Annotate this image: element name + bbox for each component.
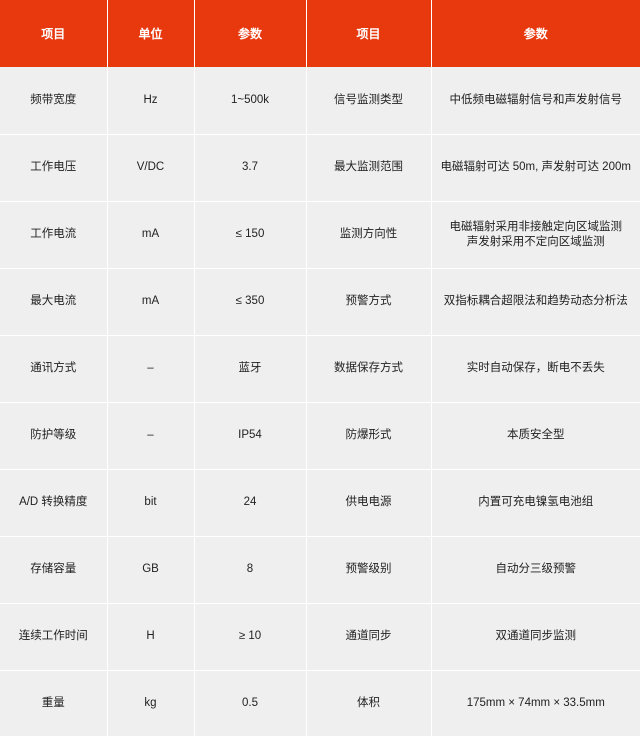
cell-unit: V/DC bbox=[107, 134, 195, 202]
cell-param-value-b: 175mm × 74mm × 33.5mm bbox=[431, 670, 640, 737]
header-item-a: 项目 bbox=[0, 0, 108, 67]
header-unit: 单位 bbox=[107, 0, 195, 67]
spec-table: 项目 单位 参数 项目 参数 频带宽度 Hz 1~500k 信号监测类型 中低频电磁辐射… bbox=[0, 0, 640, 737]
cell-item-name-b: 防爆形式 bbox=[306, 402, 432, 470]
cell-text-line: 中低频电磁辐射信号和声发射信号 bbox=[449, 93, 623, 106]
table-row: 重量 kg 0.5 体积 175mm × 74mm × 33.5mm bbox=[0, 670, 640, 737]
cell-text-line: 本质安全型 bbox=[507, 429, 565, 441]
header-param-b: 参数 bbox=[431, 0, 640, 67]
cell-item-name: 防护等级 bbox=[0, 402, 108, 470]
cell-item-name: 工作电流 bbox=[0, 201, 108, 269]
cell-item-name: 频带宽度 bbox=[0, 67, 108, 135]
cell-param-value: 24 bbox=[194, 469, 307, 537]
cell-item-name: 存储容量 bbox=[0, 536, 108, 604]
cell-item-name-b: 预警方式 bbox=[306, 268, 432, 336]
cell-param-value-b: 双指标耦合超限法和趋势动态分析法 bbox=[431, 268, 640, 336]
cell-unit: Hz bbox=[107, 67, 195, 135]
cell-param-value-b: 电磁辐射可达 50m, 声发射可达 200m bbox=[431, 134, 640, 202]
cell-param-value: 0.5 bbox=[194, 670, 307, 737]
table-row: 频带宽度 Hz 1~500k 信号监测类型 中低频电磁辐射信号和声发射信号 bbox=[0, 67, 640, 135]
cell-text-line: 实时自动保存，断电不丢失 bbox=[466, 362, 605, 374]
spec-body: 频带宽度 Hz 1~500k 信号监测类型 中低频电磁辐射信号和声发射信号工作电压 V/D… bbox=[0, 67, 640, 737]
header-param-a: 参数 bbox=[194, 0, 307, 67]
cell-param-value: ≥ 10 bbox=[194, 603, 307, 671]
cell-unit: bit bbox=[107, 469, 195, 537]
cell-param-value-b: 自动分三级预警 bbox=[431, 536, 640, 604]
cell-item-name: A/D 转换精度 bbox=[0, 469, 108, 537]
cell-text-line: 双指标耦合超限法和趋势动态分析法 bbox=[443, 295, 628, 307]
table-row: 防护等级 – IP54 防爆形式 本质安全型 bbox=[0, 402, 640, 470]
cell-param-value: 蓝牙 bbox=[194, 335, 307, 403]
cell-item-name-b: 通道同步 bbox=[306, 603, 432, 671]
cell-item-name-b: 最大监测范围 bbox=[306, 134, 432, 202]
cell-item-name: 重量 bbox=[0, 670, 108, 737]
cell-param-value-b: 电磁辐射采用非接触定向区域监测 声发射采用不定向区域监测 bbox=[431, 201, 640, 269]
cell-unit: GB bbox=[107, 536, 195, 604]
cell-text-line: 双通道同步监测 bbox=[495, 630, 577, 642]
cell-text-line: 内置可充电镍氢电池组 bbox=[478, 496, 594, 508]
cell-unit: kg bbox=[107, 670, 195, 737]
table-row: A/D 转换精度 bit 24 供电电源 内置可充电镍氢电池组 bbox=[0, 469, 640, 537]
cell-text-line: 175mm × 74mm × 33.5mm bbox=[466, 696, 605, 709]
table-row: 工作电流 mA ≤ 150 监测方向性 电磁辐射采用非接触定向区域监测 声发射采用不定向区… bbox=[0, 201, 640, 269]
cell-unit: H bbox=[107, 603, 195, 671]
cell-param-value: ≤ 150 bbox=[194, 201, 307, 269]
cell-unit: mA bbox=[107, 201, 195, 269]
cell-text-line: 电磁辐射采用非接触定向区域监测 bbox=[449, 220, 623, 233]
table-row: 通讯方式 – 蓝牙 数据保存方式 实时自动保存，断电不丢失 bbox=[0, 335, 640, 403]
cell-item-name-b: 数据保存方式 bbox=[306, 335, 432, 403]
cell-item-name: 通讯方式 bbox=[0, 335, 108, 403]
header-row: 项目 单位 参数 项目 参数 bbox=[0, 0, 640, 67]
cell-item-name-b: 供电电源 bbox=[306, 469, 432, 537]
cell-item-name-b: 体积 bbox=[306, 670, 432, 737]
cell-text-line: 自动分三级预警 bbox=[495, 563, 577, 575]
cell-param-value-b: 实时自动保存，断电不丢失 bbox=[431, 335, 640, 403]
cell-item-name-b: 监测方向性 bbox=[306, 201, 432, 269]
cell-item-name-b: 信号监测类型 bbox=[306, 67, 432, 135]
cell-unit: – bbox=[107, 402, 195, 470]
cell-param-value: 1~500k bbox=[194, 67, 307, 135]
cell-param-value-b: 双通道同步监测 bbox=[431, 603, 640, 671]
cell-param-value-b: 内置可充电镍氢电池组 bbox=[431, 469, 640, 537]
table-row: 最大电流 mA ≤ 350 预警方式 双指标耦合超限法和趋势动态分析法 bbox=[0, 268, 640, 336]
cell-param-value-b: 本质安全型 bbox=[431, 402, 640, 470]
table-row: 连续工作时间 H ≥ 10 通道同步 双通道同步监测 bbox=[0, 603, 640, 671]
cell-param-value-b: 中低频电磁辐射信号和声发射信号 bbox=[431, 67, 640, 135]
table-row: 工作电压 V/DC 3.7 最大监测范围 电磁辐射可达 50m, 声发射可达 200m bbox=[0, 134, 640, 202]
cell-text-line: 电磁辐射可达 50m, 声发射可达 200m bbox=[440, 161, 631, 173]
cell-item-name-b: 预警级别 bbox=[306, 536, 432, 604]
cell-item-name: 最大电流 bbox=[0, 268, 108, 336]
cell-param-value: ≤ 350 bbox=[194, 268, 307, 336]
cell-item-name: 连续工作时间 bbox=[0, 603, 108, 671]
cell-param-value: 3.7 bbox=[194, 134, 307, 202]
cell-param-value: IP54 bbox=[194, 402, 307, 470]
header-item-b: 项目 bbox=[306, 0, 432, 67]
cell-text-line: 声发射采用不定向区域监测 bbox=[466, 235, 605, 248]
cell-unit: – bbox=[107, 335, 195, 403]
table-row: 存储容量 GB 8 预警级别 自动分三级预警 bbox=[0, 536, 640, 604]
cell-unit: mA bbox=[107, 268, 195, 336]
cell-param-value: 8 bbox=[194, 536, 307, 604]
cell-item-name: 工作电压 bbox=[0, 134, 108, 202]
